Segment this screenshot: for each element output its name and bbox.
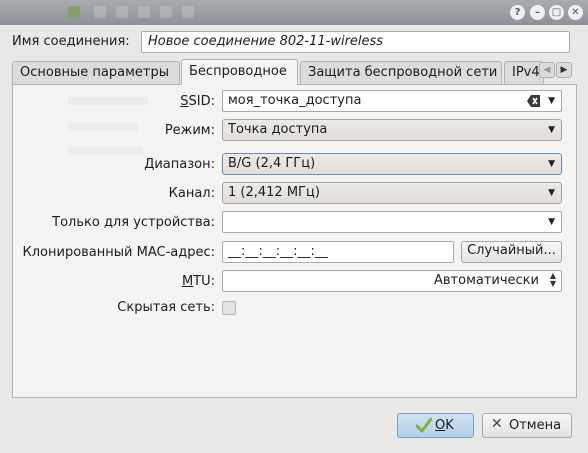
- channel-label: Канал:: [168, 186, 215, 201]
- mtu-label: MTU:: [181, 274, 215, 289]
- tab-ipv4[interactable]: IPv4: [504, 61, 544, 84]
- mtu-value: Автоматически: [433, 273, 539, 288]
- tab-wireless[interactable]: Беспроводное: [181, 59, 298, 85]
- minimize-button[interactable]: –: [530, 5, 545, 20]
- titlebar-icon: [138, 6, 150, 18]
- tab-general[interactable]: Основные параметры: [12, 61, 180, 84]
- background-shadow: [68, 147, 143, 155]
- ok-button[interactable]: OK: [397, 413, 474, 438]
- band-value: B/G (2,4 ГГц): [228, 156, 316, 171]
- mode-label: Режим:: [164, 123, 215, 138]
- titlebar-icon: [182, 6, 194, 18]
- spin-arrows-icon[interactable]: ▲ ▼: [550, 272, 556, 288]
- tab-bar: Основные параметры Беспроводное Защита б…: [12, 59, 577, 85]
- mode-value: Точка доступа: [228, 122, 328, 137]
- connection-name-label: Имя соединения:: [12, 34, 130, 49]
- titlebar-icon: [94, 6, 106, 18]
- band-label: Диапазон:: [144, 157, 215, 172]
- help-button[interactable]: ?: [510, 5, 525, 20]
- connection-name-input[interactable]: Новое соединение 802-11-wireless: [141, 31, 570, 53]
- tab-scroll-left-icon[interactable]: ◀: [539, 62, 555, 78]
- hidden-network-checkbox[interactable]: [222, 301, 236, 315]
- close-window-button[interactable]: ✕: [568, 5, 583, 20]
- cancel-button[interactable]: ✕ Отмена: [482, 413, 572, 438]
- device-combo-input[interactable]: ▼: [222, 211, 562, 233]
- window-titlebar[interactable]: ? – □ ✕: [0, 0, 588, 25]
- tab-scroll-right-icon[interactable]: ▶: [556, 62, 572, 78]
- channel-select[interactable]: 1 (2,412 МГц) ▼: [222, 182, 562, 204]
- device-label: Только для устройства:: [52, 215, 215, 230]
- cloned-mac-input[interactable]: __:__:__:__:__:__: [222, 241, 454, 263]
- maximize-button[interactable]: □: [549, 5, 564, 20]
- close-icon: ✕: [491, 416, 503, 432]
- cloned-mac-label: Клонированный MAC-адрес:: [22, 245, 216, 260]
- cancel-button-label: Отмена: [509, 418, 562, 433]
- band-select[interactable]: B/G (2,4 ГГц) ▼: [222, 153, 562, 175]
- checkmark-icon: [416, 418, 432, 433]
- chevron-down-icon: ▼: [548, 188, 555, 198]
- random-mac-button[interactable]: Случайный...: [461, 241, 562, 263]
- mode-select[interactable]: Точка доступа ▼: [222, 119, 562, 141]
- chevron-down-icon: ▼: [548, 159, 555, 169]
- ok-button-label: OK: [435, 418, 454, 433]
- tab-wireless-security[interactable]: Защита беспроводной сети: [300, 61, 502, 84]
- chevron-down-icon[interactable]: ▼: [548, 214, 555, 230]
- clear-text-icon[interactable]: [527, 95, 541, 107]
- channel-value: 1 (2,412 МГц): [228, 185, 320, 200]
- chevron-down-icon: ▼: [548, 125, 555, 135]
- titlebar-icon: [160, 6, 172, 18]
- ssid-input[interactable]: моя_точка_доступа ▼: [222, 90, 562, 112]
- chevron-down-icon[interactable]: ▼: [548, 93, 555, 109]
- ssid-value: моя_точка_доступа: [228, 93, 362, 108]
- mtu-spinbox[interactable]: Автоматически ▲ ▼: [222, 270, 562, 292]
- titlebar-icon: [116, 6, 128, 18]
- titlebar-icon: [68, 6, 80, 18]
- hidden-network-label: Скрытая сеть:: [117, 300, 215, 315]
- ssid-label: SSID:: [180, 94, 215, 109]
